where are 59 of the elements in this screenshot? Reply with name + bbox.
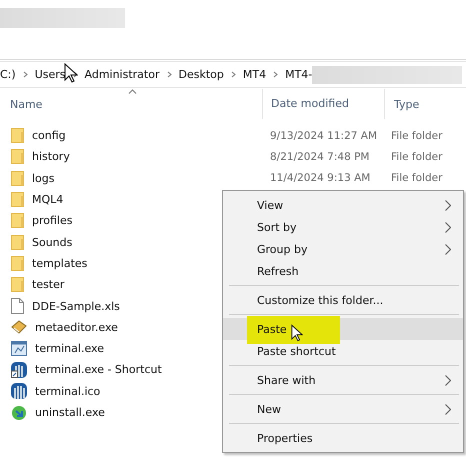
date-modified: 8/21/2024 7:48 PM (269, 150, 370, 163)
document-icon (11, 298, 24, 314)
breadcrumb-item[interactable]: MT4- (285, 68, 312, 81)
chevron-icon (166, 71, 172, 78)
column-header[interactable]: Date modified (263, 89, 385, 119)
chevron-icon (22, 71, 28, 78)
date-modified: 11/4/2024 9:13 AM (269, 172, 372, 184)
bar-chart-icon (11, 362, 27, 378)
book-icon (11, 320, 27, 334)
menu-item[interactable]: Share with (223, 369, 463, 391)
date-modified: 9/13/2024 11:27 AM (269, 130, 378, 142)
menu-item[interactable]: New (223, 398, 463, 420)
file-name[interactable]: DDE-Sample.xls (32, 300, 120, 313)
file-name[interactable]: profiles (32, 214, 72, 228)
sort-caret-icon (128, 89, 137, 94)
breadcrumb-item[interactable]: Desktop (178, 68, 224, 81)
menu-item[interactable]: Properties (223, 427, 463, 449)
menu-item[interactable]: View (223, 194, 463, 216)
menu-item[interactable]: Sort by (223, 216, 463, 238)
breadcrumb-item[interactable]: Administrator (84, 68, 160, 81)
column-header[interactable]: Type (385, 98, 420, 110)
menu-item[interactable]: Group by (223, 238, 463, 260)
file-name[interactable]: config (32, 129, 66, 142)
breadcrumb-item[interactable]: C:) (0, 68, 16, 81)
folder-icon (11, 128, 24, 144)
file-type: File folder (391, 172, 442, 184)
file-type: File folder (391, 150, 442, 163)
folder-icon (11, 256, 24, 271)
file-name[interactable]: Sounds (32, 236, 72, 249)
breadcrumb-item[interactable]: Users (34, 68, 66, 81)
file-name[interactable]: terminal.ico (35, 384, 100, 398)
file-name[interactable]: logs (32, 172, 54, 185)
menu-item[interactable]: Paste shortcut (223, 340, 463, 362)
folder-icon (11, 170, 24, 186)
file-name[interactable]: terminal.exe (35, 342, 104, 356)
file-name[interactable]: tester (32, 278, 64, 292)
folder-icon (11, 277, 24, 292)
cursor-icon (64, 63, 78, 83)
file-name[interactable]: templates (32, 256, 88, 270)
folder-icon (11, 234, 24, 250)
app-window-icon (11, 341, 27, 356)
breadcrumb-item[interactable]: MT4 (242, 68, 266, 81)
chevron-icon (273, 71, 278, 78)
file-name[interactable]: terminal.exe - Shortcut (35, 363, 162, 376)
folder-icon (11, 213, 24, 228)
folder-icon (11, 149, 24, 164)
file-name[interactable]: MQL4 (32, 193, 64, 206)
menu-item[interactable]: Refresh (223, 260, 463, 282)
bar-chart-icon (11, 383, 27, 400)
file-name[interactable]: uninstall.exe (35, 406, 105, 419)
folder-icon (11, 192, 24, 208)
installer-icon (11, 404, 27, 420)
chevron-icon (230, 71, 236, 78)
file-name[interactable]: metaeditor.exe (35, 320, 118, 334)
cursor-icon (291, 324, 303, 342)
file-name[interactable]: history (32, 150, 70, 164)
file-type: File folder (391, 130, 442, 142)
column-header[interactable]: Name (0, 98, 42, 110)
menu-item[interactable]: Customize this folder... (223, 289, 463, 311)
